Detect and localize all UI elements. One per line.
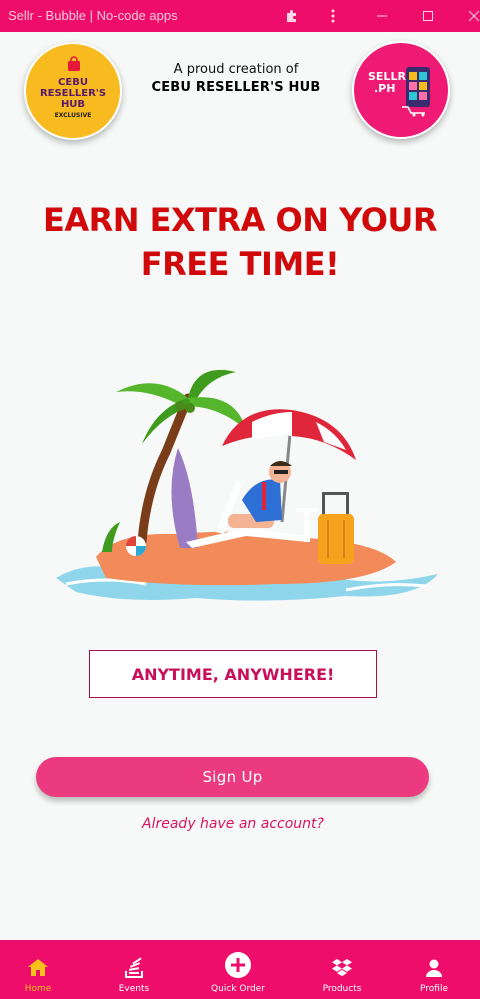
org-name: CEBU RESELLER'S HUB [151, 80, 321, 95]
nav-item-home[interactable]: Home [0, 940, 86, 999]
puzzle-icon[interactable] [281, 5, 303, 27]
close-icon[interactable] [463, 5, 480, 27]
logo-line-2: RESELLER'S [39, 88, 107, 99]
plus-circle-icon [225, 952, 251, 978]
nav-label-events: Events [118, 984, 150, 994]
sellr-logo-line-2: .PH [374, 82, 396, 95]
minimize-icon[interactable] [371, 5, 393, 27]
logo-line-3: HUB [60, 99, 86, 110]
home-icon [28, 959, 48, 976]
user-icon [426, 959, 442, 977]
maximize-icon[interactable] [417, 5, 439, 27]
stack-icon [125, 957, 143, 978]
nav-label-quick-order: Quick Order [211, 984, 265, 994]
sellr-ph-logo: SELLR .PH [352, 41, 450, 139]
nav-item-quick-order[interactable]: Quick Order [190, 940, 286, 999]
headline-line-1: EARN EXTRA ON YOUR [42, 201, 438, 239]
signup-button[interactable]: Sign Up [36, 757, 429, 797]
phone-store-icon [402, 67, 430, 117]
tagline-box: ANYTIME, ANYWHERE! [89, 650, 377, 698]
tagline-text: ANYTIME, ANYWHERE! [131, 664, 335, 684]
bottom-nav: Home Events Quick Order Products Profile [0, 940, 480, 999]
proud-creation-text: A proud creation of [173, 62, 299, 77]
nav-item-events[interactable]: Events [86, 940, 182, 999]
cebu-resellers-hub-logo: CEBU RESELLER'S HUB EXCLUSIVE [24, 42, 122, 140]
nav-label-products: Products [322, 984, 362, 994]
nav-item-profile[interactable]: Profile [386, 940, 480, 999]
nav-label-profile: Profile [420, 984, 448, 994]
dropbox-icon [332, 959, 352, 977]
window-title: Sellr - Bubble | No-code apps [8, 8, 178, 23]
hero-headline: EARN EXTRA ON YOUR FREE TIME! [0, 198, 480, 286]
shopping-bag-icon [68, 56, 80, 71]
logo-subtext: EXCLUSIVE [54, 112, 92, 119]
beach-island-illustration [56, 369, 438, 601]
kebab-menu-icon[interactable] [322, 5, 344, 27]
headline-line-2: FREE TIME! [140, 245, 340, 283]
nav-label-home: Home [24, 984, 52, 994]
window-titlebar: Sellr - Bubble | No-code apps [0, 0, 480, 32]
logo-line-1: CEBU [58, 77, 88, 88]
nav-item-products[interactable]: Products [294, 940, 390, 999]
login-link[interactable]: Already have an account? [0, 816, 466, 832]
